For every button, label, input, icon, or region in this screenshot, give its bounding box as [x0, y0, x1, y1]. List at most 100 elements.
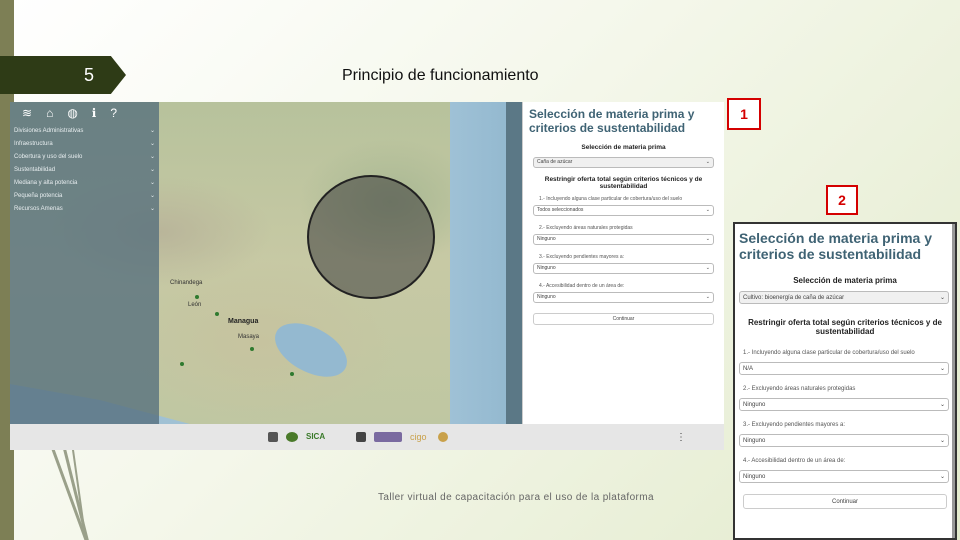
sidebar-item-infraestructura[interactable]: Infraestructura ⌄ [10, 137, 159, 150]
chevron-down-icon: ⌄ [705, 236, 710, 243]
continue-button[interactable]: Continuar [743, 494, 947, 510]
map-label: Chinandega [170, 280, 203, 286]
map-marker[interactable] [180, 362, 184, 366]
sidebar-item-label: Divisiones Administrativas [14, 127, 84, 134]
chevron-down-icon: ⌄ [939, 366, 945, 373]
criterion-label: 4.- Accesibilidad dentro de un área de: [743, 458, 846, 465]
map-label-capital: Managua [228, 318, 259, 325]
map-marker[interactable] [195, 295, 199, 299]
sidebar-item-label: Sustentabilidad [14, 166, 56, 173]
chevron-down-icon: ⌄ [149, 141, 155, 147]
select-value: Cultivo: bioenergía de caña de azúcar [743, 294, 845, 301]
chevron-down-icon: ⌄ [939, 402, 945, 409]
sidebar-item-pequena[interactable]: Pequeña potencia ⌄ [10, 189, 159, 202]
chevron-down-icon: ⌄ [149, 206, 155, 212]
scrollbar[interactable] [952, 224, 955, 538]
chevron-down-icon: ⌄ [705, 207, 710, 214]
sidebar-item-mediana[interactable]: Mediana y alta potencia ⌄ [10, 176, 159, 189]
select-value: Todos seleccionados [537, 207, 584, 214]
partner-logo [374, 432, 402, 442]
criteria-panel: Selección de materia prima y criterios d… [522, 102, 724, 424]
select-value: N/A [743, 365, 754, 372]
layers-icon[interactable]: ≋ [22, 106, 32, 120]
more-vertical-icon[interactable]: ⋮ [676, 432, 686, 443]
panel-toggle-rail[interactable] [506, 102, 522, 424]
sidebar-item-cobertura[interactable]: Cobertura y uso del suelo ⌄ [10, 150, 159, 163]
landcover-select[interactable]: N/A ⌄ [739, 362, 949, 376]
accessibility-select[interactable]: Ninguno ⌄ [739, 470, 949, 484]
criterion-label: 2.- Excluyendo áreas naturales protegida… [539, 224, 633, 231]
sidebar-toolbar: ≋ ⌂ ◍ ℹ ? [10, 102, 159, 124]
sidebar-item-divisiones[interactable]: Divisiones Administrativas ⌄ [10, 124, 159, 137]
map-marker[interactable] [215, 312, 219, 316]
map-label: Masaya [238, 334, 260, 340]
criterion-label: 4.- Accesibilidad dentro de un área de: [539, 282, 625, 289]
sidebar-item-sustentabilidad[interactable]: Sustentabilidad ⌄ [10, 163, 159, 176]
criterion-label: 2.- Excluyendo áreas naturales protegida… [743, 386, 856, 393]
continue-button[interactable]: Continuar [533, 312, 714, 325]
map-label: León [188, 302, 202, 308]
protected-areas-select[interactable]: Ninguno ⌄ [739, 398, 949, 412]
partner-logo [356, 432, 366, 442]
feedstock-select[interactable]: Caña de azúcar ⌄ [533, 156, 714, 168]
criterion-label: 3.- Excluyendo pendientes mayores a: [539, 253, 625, 260]
chevron-down-icon: ⌄ [149, 128, 155, 134]
chevron-down-icon: ⌄ [149, 193, 155, 199]
sidebar-item-label: Infraestructura [14, 140, 53, 147]
chevron-down-icon: ⌄ [939, 295, 945, 302]
selection-circle[interactable] [307, 175, 435, 299]
criterion-label: 3.- Excluyendo pendientes mayores a: [743, 422, 846, 429]
select-value: Ninguno [537, 294, 556, 301]
chevron-down-icon: ⌄ [939, 438, 945, 445]
slide-title: Principio de funcionamiento [342, 67, 539, 84]
slide-number-tab: 5 [0, 56, 126, 94]
sidebar-item-recursos[interactable]: Recursos Amenas ⌄ [10, 202, 159, 215]
sica-logo: SICA [306, 432, 326, 441]
callout-marker-2: 2 [826, 185, 858, 215]
chevron-down-icon: ⌄ [149, 180, 155, 186]
feedstock-select[interactable]: Cultivo: bioenergía de caña de azúcar ⌄ [739, 291, 949, 305]
layer-sidebar: ≋ ⌂ ◍ ℹ ? Divisiones Administrativas ⌄ In… [10, 102, 159, 424]
map-marker[interactable] [290, 372, 294, 376]
landcover-select[interactable]: Todos seleccionados ⌄ [533, 204, 714, 216]
accessibility-select[interactable]: Ninguno ⌄ [533, 291, 714, 303]
protected-areas-select[interactable]: Ninguno ⌄ [533, 233, 714, 245]
sidebar-item-label: Mediana y alta potencia [14, 179, 78, 186]
section-criteria-title: Restringir oferta total según criterios … [748, 318, 942, 337]
select-value: Ninguno [537, 236, 556, 243]
panel-title: Selección de materia prima y criterios d… [529, 107, 695, 135]
sidebar-item-label: Pequeña potencia [14, 192, 63, 199]
chevron-down-icon: ⌄ [149, 154, 155, 160]
slope-select[interactable]: Ninguno ⌄ [533, 262, 714, 274]
slide-footer: Taller virtual de capacitación para el u… [378, 492, 654, 503]
globe-icon[interactable]: ◍ [67, 106, 77, 120]
lake-nicaragua [266, 312, 356, 388]
map-view[interactable]: Chinandega León Managua Masaya ≋ ⌂ ◍ ℹ ?… [10, 102, 530, 432]
partner-logo [268, 432, 278, 442]
select-value: Ninguno [743, 437, 766, 444]
section-feedstock-title: Selección de materia prima [793, 276, 897, 286]
sidebar-item-label: Cobertura y uso del suelo [14, 153, 83, 160]
partner-logo [438, 432, 448, 442]
select-value: Ninguno [743, 473, 766, 480]
cigo-logo: cigo [410, 432, 427, 442]
criterion-label: 1.- Incluyendo alguna clase particular d… [539, 195, 683, 202]
partner-logo [286, 432, 298, 442]
home-icon[interactable]: ⌂ [46, 106, 53, 120]
app-screenshot: Chinandega León Managua Masaya ≋ ⌂ ◍ ℹ ?… [10, 102, 724, 450]
section-feedstock-title: Selección de materia prima [581, 143, 666, 151]
chevron-down-icon: ⌄ [149, 167, 155, 173]
select-value: Ninguno [743, 401, 766, 408]
info-icon[interactable]: ℹ [92, 106, 97, 120]
chevron-down-icon: ⌄ [705, 159, 710, 166]
help-icon[interactable]: ? [110, 106, 117, 120]
chevron-down-icon: ⌄ [939, 474, 945, 481]
callout-marker-1: 1 [727, 98, 761, 130]
sidebar-item-label: Recursos Amenas [14, 205, 63, 212]
select-value: Caña de azúcar [537, 159, 573, 166]
zoomed-criteria-panel: Selección de materia prima y criterios d… [733, 222, 957, 540]
slope-select[interactable]: Ninguno ⌄ [739, 434, 949, 448]
map-marker[interactable] [250, 347, 254, 351]
partner-logo-bar: SICA cigo ⋮ [10, 424, 724, 450]
section-criteria-title: Restringir oferta total según criterios … [544, 175, 703, 190]
